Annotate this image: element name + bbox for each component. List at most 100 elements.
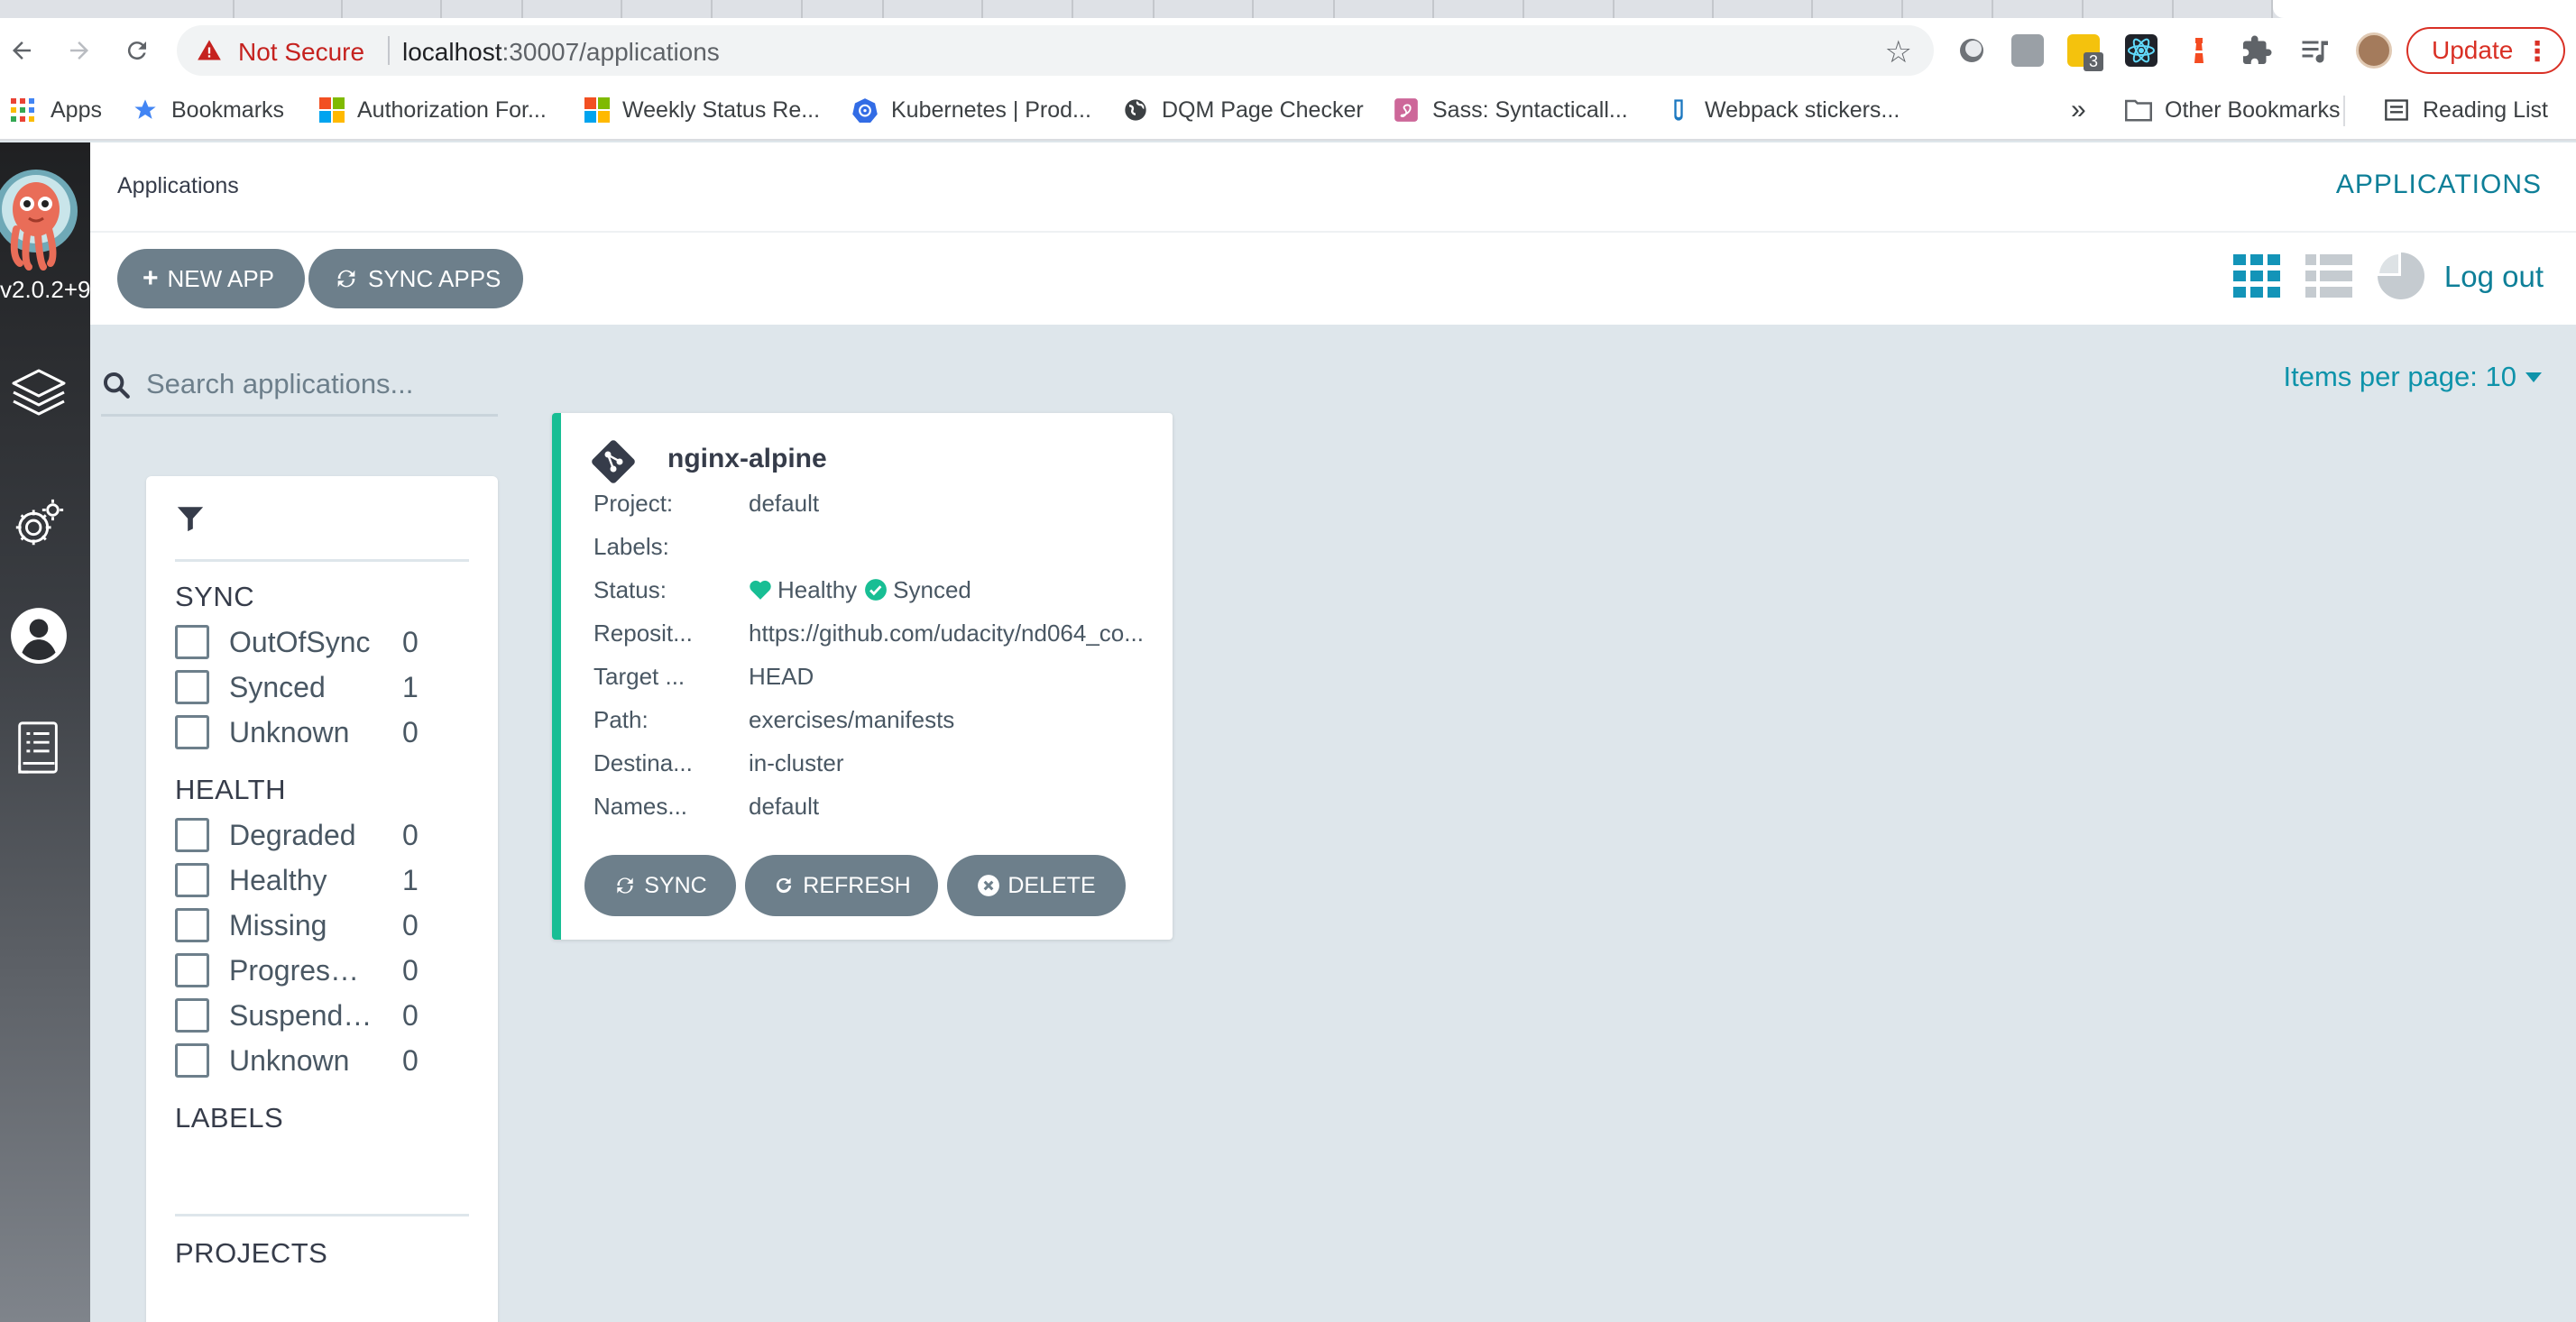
bookmarks-overflow[interactable]: »: [2071, 92, 2086, 128]
filter-sync-outofsync[interactable]: OutOfSync 0: [175, 622, 446, 662]
extension-puzzle-gray-icon[interactable]: [2011, 34, 2044, 67]
app-field-repository: Reposit... https://github.com/udacity/nd0…: [593, 617, 1158, 649]
filter-sync-synced[interactable]: Synced 1: [175, 667, 446, 707]
checkbox[interactable]: [175, 625, 209, 659]
media-control-icon[interactable]: [2298, 34, 2331, 67]
sidebar-item-settings[interactable]: [9, 494, 69, 554]
refresh-button[interactable]: REFRESH: [745, 855, 938, 916]
check-circle-icon: [865, 579, 888, 601]
react-devtools-icon[interactable]: [2125, 34, 2157, 67]
plus-icon: +: [143, 263, 159, 293]
back-button[interactable]: [2, 31, 41, 70]
sidebar-item-user-info[interactable]: [9, 606, 69, 666]
sync-status: Synced: [893, 575, 971, 603]
search-input[interactable]: [146, 366, 489, 402]
checkbox[interactable]: [175, 715, 209, 749]
app-field-status: Status: Healthy Synced: [593, 574, 1158, 606]
microsoft-icon: [584, 97, 610, 123]
times-circle-icon: [977, 874, 1000, 897]
bookmark-dqm[interactable]: DQM Page Checker: [1122, 92, 1364, 128]
tab-divider: [235, 0, 343, 18]
forward-button[interactable]: [60, 31, 99, 70]
filter-label: Unknown: [229, 1043, 350, 1077]
active-tab[interactable]: [2273, 0, 2576, 18]
redo-icon: [772, 874, 796, 897]
list-view-button[interactable]: [2304, 251, 2354, 301]
other-bookmarks[interactable]: Other Bookmarks: [2125, 92, 2341, 128]
filter-health-healthy[interactable]: Healthy 1: [175, 860, 446, 900]
reload-icon: [127, 41, 146, 60]
filter-label: OutOfSync: [229, 625, 371, 658]
items-per-page-dropdown[interactable]: Items per page: 10: [2283, 361, 2542, 393]
bookmark-webpack[interactable]: Webpack stickers...: [1665, 92, 1900, 128]
delete-button[interactable]: DELETE: [947, 855, 1126, 916]
microsoft-icon: [319, 97, 345, 123]
filter-count: 0: [402, 1043, 419, 1077]
tab-divider: [2174, 0, 2273, 18]
filter-health-suspended[interactable]: Suspended 0: [175, 996, 446, 1035]
reading-list-label: Reading List: [2423, 96, 2548, 123]
filter-health-progressing[interactable]: Progressi... 0: [175, 950, 446, 990]
action-bar: + NEW APP SYNC APPS Log out: [90, 233, 2576, 325]
sticker-icon: [1665, 96, 1692, 124]
lighthouse-icon[interactable]: [2183, 34, 2215, 67]
update-label: Update: [2432, 36, 2514, 64]
checkbox[interactable]: [175, 670, 209, 704]
field-key: Status:: [593, 575, 667, 603]
bookmark-authorization[interactable]: Authorization For...: [319, 92, 547, 128]
bookmark-sass[interactable]: Sass: Syntacticall...: [1393, 92, 1628, 128]
bookmark-apps[interactable]: Apps: [11, 92, 102, 128]
reload-button[interactable]: [117, 31, 157, 70]
update-button[interactable]: Update ⋮: [2406, 27, 2565, 74]
filter-health-unknown[interactable]: Unknown 0: [175, 1041, 446, 1080]
checkbox[interactable]: [175, 1043, 209, 1078]
summary-view-button[interactable]: [2376, 251, 2426, 301]
globe-icon: [1122, 96, 1149, 124]
new-app-button[interactable]: + NEW APP: [117, 249, 305, 308]
extension-circle-icon[interactable]: [1955, 34, 1988, 67]
checkbox[interactable]: [175, 863, 209, 897]
extension-badge-count: 3: [2084, 52, 2104, 71]
filter-health-missing[interactable]: Missing 0: [175, 905, 446, 945]
sidebar-item-applications[interactable]: [9, 364, 69, 424]
bookmark-kubernetes[interactable]: Kubernetes | Prod...: [851, 92, 1091, 128]
filter-label: Unknown: [229, 715, 350, 748]
reading-list[interactable]: Reading List: [2383, 92, 2548, 128]
logout-link[interactable]: Log out: [2444, 260, 2544, 294]
breadcrumb[interactable]: Applications: [117, 173, 239, 199]
app-name[interactable]: nginx-alpine: [667, 444, 827, 474]
sync-button[interactable]: SYNC: [584, 855, 736, 916]
search-box: [101, 361, 498, 417]
sidebar-item-documentation[interactable]: [9, 718, 69, 777]
address-bar[interactable]: Not Secure localhost:30007/applications …: [177, 25, 1934, 76]
application-card[interactable]: nginx-alpine Project: default Labels: Sta…: [552, 413, 1173, 940]
tiles-view-button[interactable]: [2231, 251, 2282, 301]
checkbox[interactable]: [175, 998, 209, 1033]
filter-label: Suspended: [229, 998, 373, 1032]
url-text[interactable]: localhost:30007/applications: [402, 38, 720, 67]
address-separator: [388, 36, 390, 65]
field-value: HEAD: [749, 662, 814, 690]
security-label[interactable]: Not Secure: [238, 38, 364, 67]
extension-badge-icon[interactable]: 3: [2067, 34, 2104, 71]
bookmark-star-icon[interactable]: ☆: [1885, 34, 1912, 70]
checkbox[interactable]: [175, 908, 209, 942]
bookmark-weekly-status[interactable]: Weekly Status Re...: [584, 92, 820, 128]
bookmark-bookmarks[interactable]: Bookmarks: [132, 92, 284, 128]
filter-count: 0: [402, 715, 419, 748]
search-icon: [103, 372, 130, 399]
filter-count: 0: [402, 625, 419, 658]
tab-divider: [1434, 0, 1524, 18]
sync-apps-button[interactable]: SYNC APPS: [308, 249, 523, 308]
items-per-page-label: Items per page: 10: [2283, 361, 2517, 392]
other-bookmarks-label: Other Bookmarks: [2165, 96, 2341, 123]
checkbox[interactable]: [175, 953, 209, 987]
extensions-puzzle-icon[interactable]: [2240, 34, 2273, 67]
filter-health-degraded[interactable]: Degraded 0: [175, 815, 446, 855]
bookmark-label: Bookmarks: [171, 96, 285, 123]
sync-icon: [334, 266, 359, 291]
profile-avatar[interactable]: [2356, 32, 2392, 69]
checkbox[interactable]: [175, 818, 209, 852]
page-title: APPLICATIONS: [2335, 170, 2542, 199]
filter-sync-unknown[interactable]: Unknown 0: [175, 712, 446, 752]
